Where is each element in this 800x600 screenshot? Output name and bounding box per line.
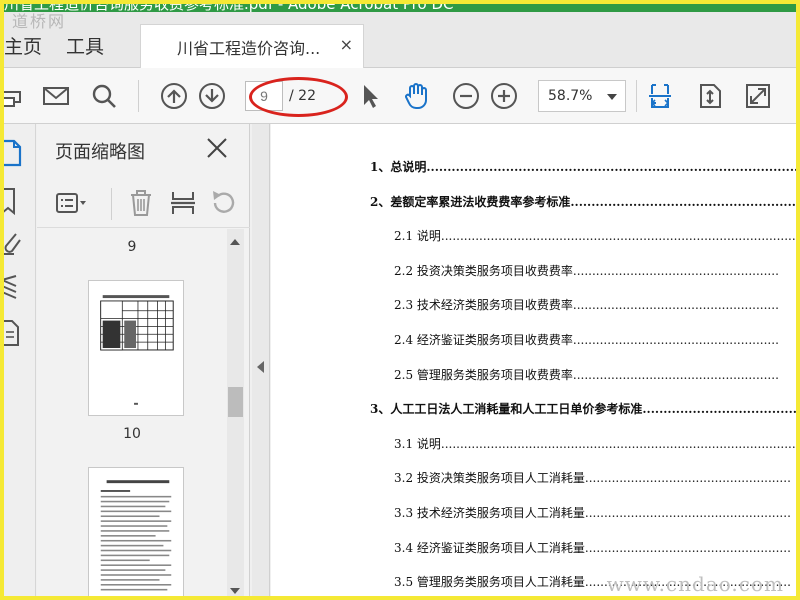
thumbnail-list[interactable]: 9 10 xyxy=(37,229,227,600)
next-page-icon[interactable] xyxy=(196,80,228,112)
highlight-annotation-ellipse xyxy=(249,77,348,117)
panel-title: 页面缩略图 xyxy=(55,142,145,163)
hand-tool-icon[interactable] xyxy=(400,80,432,112)
scroll-up-icon[interactable] xyxy=(230,239,240,245)
fit-page-icon[interactable] xyxy=(644,80,676,112)
previous-page-icon[interactable] xyxy=(158,80,190,112)
zoom-select[interactable]: 58.7% xyxy=(538,80,626,112)
insert-page-icon[interactable] xyxy=(167,188,199,218)
scroll-down-icon[interactable] xyxy=(230,588,240,594)
scrollbar-thumb[interactable] xyxy=(228,387,243,417)
thumbnail-panel: 页面缩略图 9 10 xyxy=(37,124,250,600)
watermark-top: 道桥网 xyxy=(12,12,67,31)
nav-home[interactable]: 主页 xyxy=(4,32,42,59)
scroll-mode-icon[interactable] xyxy=(694,80,726,112)
close-icon[interactable] xyxy=(203,134,231,162)
navigation-rail xyxy=(0,124,36,600)
toc-line[interactable]: 2.5 管理服务类服务项目收费费率.......................… xyxy=(394,366,779,383)
thumbnail-scrollbar[interactable] xyxy=(227,229,244,600)
delete-icon[interactable] xyxy=(125,188,157,218)
toolbar-divider xyxy=(138,80,139,112)
nav-tools[interactable]: 工具 xyxy=(66,32,104,59)
thumbnail-page-number: 9 xyxy=(127,239,137,255)
document-tab-label: 川省工程造价咨询... xyxy=(177,39,321,58)
thumbnail-preview xyxy=(100,295,174,405)
thumbnail-page[interactable] xyxy=(88,280,184,416)
thumbnail-page[interactable] xyxy=(88,467,184,600)
toc-line[interactable]: 3、人工工日法人工消耗量和人工工日单价参考标准.................… xyxy=(370,400,796,417)
zoom-in-icon[interactable] xyxy=(488,80,520,112)
document-view[interactable]: 1、总说明...................................… xyxy=(271,124,796,600)
thumbnail-page-number: 10 xyxy=(123,426,141,442)
bookmarks-icon[interactable] xyxy=(0,186,28,216)
collapse-arrow-icon xyxy=(257,361,264,373)
toc-line[interactable]: 2、差额定率累进法收费费率参考标准.......................… xyxy=(370,193,796,210)
email-icon[interactable] xyxy=(40,80,72,112)
title-bar: 川省工程造价咨询服务收费参考标准.pdf - Adobe Acrobat Pro… xyxy=(0,0,800,12)
print-icon[interactable] xyxy=(0,80,32,112)
toc-line[interactable]: 3.4 经济鉴证类服务项目人工消耗量......................… xyxy=(394,539,791,556)
panel-toolbar xyxy=(37,178,250,228)
layers-icon[interactable] xyxy=(0,272,28,302)
zoom-value: 58.7% xyxy=(548,88,593,104)
toolbar: / 22 58.7% xyxy=(0,68,800,124)
close-tab-icon[interactable]: × xyxy=(340,35,353,54)
rotate-icon[interactable] xyxy=(207,188,239,218)
thumbnail-options-icon[interactable] xyxy=(55,188,87,218)
toc-line[interactable]: 2.3 技术经济类服务项目收费费率.......................… xyxy=(394,296,779,313)
panel-collapse-handle[interactable] xyxy=(252,124,270,600)
window-title: 川省工程造价咨询服务收费参考标准.pdf - Adobe Acrobat Pro… xyxy=(4,0,454,12)
search-icon[interactable] xyxy=(88,80,120,112)
attachments-icon[interactable] xyxy=(0,228,28,258)
document-properties-icon[interactable] xyxy=(0,318,28,348)
thumbnail-preview xyxy=(100,480,172,591)
page-thumbnails-icon[interactable] xyxy=(0,138,28,168)
document-tab[interactable]: 川省工程造价咨询... × xyxy=(140,24,364,69)
toc-line[interactable]: 1、总说明...................................… xyxy=(370,158,796,175)
zoom-out-icon[interactable] xyxy=(450,80,482,112)
toc-line[interactable]: 2.1 说明..................................… xyxy=(394,227,796,244)
toc-line[interactable]: 3.1 说明..................................… xyxy=(394,435,796,452)
full-screen-icon[interactable] xyxy=(742,80,774,112)
watermark-bottom: www.cndao.com xyxy=(606,572,784,596)
panel-divider xyxy=(111,188,112,220)
toc-line[interactable]: 3.3 技术经济类服务项目人工消耗量......................… xyxy=(394,504,791,521)
toc-line[interactable]: 2.4 经济鉴证类服务项目收费费率.......................… xyxy=(394,331,779,348)
tab-bar: 主页 工具 川省工程造价咨询... × xyxy=(0,12,800,69)
toc-line[interactable]: 2.2 投资决策类服务项目收费费率.......................… xyxy=(394,262,779,279)
select-cursor-icon[interactable] xyxy=(354,80,386,112)
toolbar-divider xyxy=(636,80,637,112)
toc-line[interactable]: 3.2 投资决策类服务项目人工消耗量......................… xyxy=(394,469,791,486)
chevron-down-icon xyxy=(607,94,617,100)
